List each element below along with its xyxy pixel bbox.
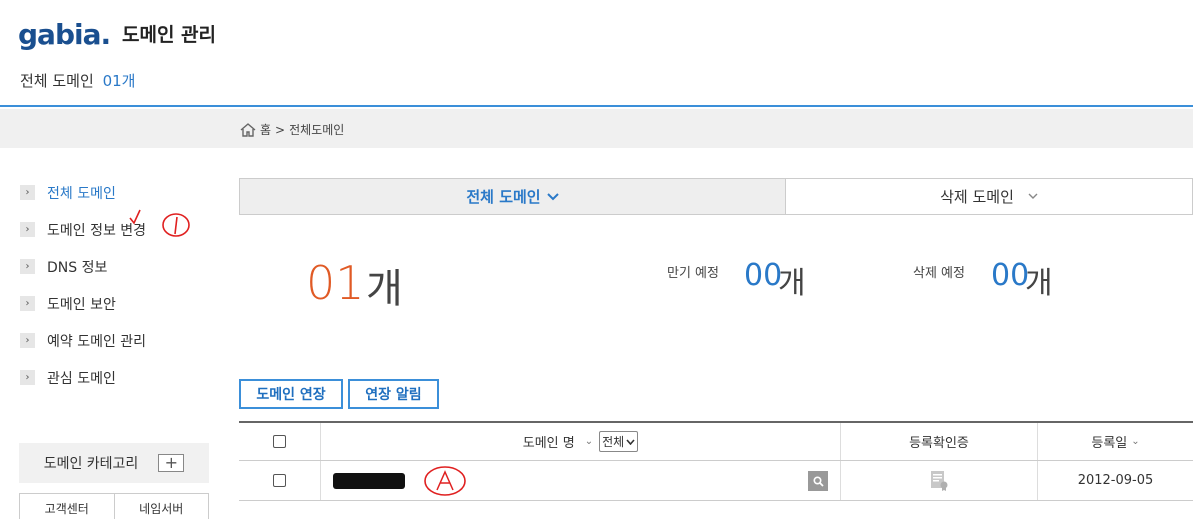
total-domain-number: 01 (306, 256, 365, 310)
chevron-right-icon: › (20, 333, 35, 348)
select-all-cell (239, 423, 321, 460)
row-checkbox[interactable] (273, 474, 286, 487)
chevron-down-icon (546, 192, 559, 200)
sidebar-item-label: 도메인 보안 (47, 296, 116, 313)
breadcrumb-bar: 홈 > 전체도메인 (0, 109, 1193, 148)
domain-name-cell (321, 461, 841, 500)
renewal-notify-button[interactable]: 연장 알림 (348, 379, 439, 409)
row-select-cell (239, 461, 321, 500)
tab-nameserver[interactable]: 네임서버 (113, 494, 209, 519)
chevron-right-icon: › (20, 222, 35, 237)
chevron-down-icon (626, 438, 635, 445)
deleting-label: 삭제 예정 (913, 266, 965, 281)
domain-name-column-label[interactable]: 도메인 명 (523, 432, 575, 451)
domain-table: 도메인 명 ⌄ 전체 등록확인증 등록일 ⌄ 2012-09-05 (239, 421, 1193, 501)
chevron-right-icon: › (20, 259, 35, 274)
date-cell: 2012-09-05 (1077, 473, 1154, 488)
handwritten-annotation-check (129, 209, 190, 237)
sort-chevron-icon[interactable]: ⌄ (1131, 436, 1139, 447)
extend-domain-button[interactable]: 도메인 연장 (239, 379, 343, 409)
redacted-domain-name[interactable] (333, 473, 405, 489)
date-header: 등록일 ⌄ (1038, 423, 1193, 460)
expiring-unit: 개 (778, 266, 806, 301)
domain-filter-value: 전체 (602, 435, 625, 449)
cert-cell (841, 461, 1038, 500)
domain-category-box: 도메인 카테고리 + (19, 443, 209, 483)
tab-all-domains[interactable]: 전체 도메인 (239, 178, 786, 215)
gabia-logo[interactable]: gabia. (18, 18, 111, 51)
sidebar-item-label: DNS 정보 (47, 259, 108, 276)
date-column-label[interactable]: 등록일 (1091, 432, 1127, 451)
total-domain-unit: 개 (366, 266, 403, 312)
total-domain-count: 01개 (102, 72, 136, 90)
total-domain-label: 전체 도메인 (20, 72, 94, 90)
sidebar-item-domain-security[interactable]: › 도메인 보안 (20, 285, 215, 322)
sidebar-item-label: 전체 도메인 (47, 185, 116, 202)
table-row: 2012-09-05 (239, 461, 1193, 501)
tab-customer-center[interactable]: 고객센터 (20, 494, 114, 519)
sidebar-item-dns-info[interactable]: › DNS 정보 (20, 248, 215, 285)
header: gabia. 도메인 관리 전체 도메인 01개 (0, 0, 1193, 107)
support-tabs: 고객센터 네임서버 (19, 493, 209, 519)
domain-filter-select[interactable]: 전체 (599, 431, 639, 452)
chevron-down-icon (1028, 193, 1038, 199)
handwritten-annotation-a (424, 466, 466, 496)
select-all-checkbox[interactable] (273, 435, 286, 448)
search-icon[interactable] (808, 471, 828, 491)
expiring-label: 만기 예정 (667, 266, 719, 281)
tab-label: 전체 도메인 (466, 188, 541, 206)
cert-column-label: 등록확인증 (909, 436, 969, 451)
sidebar-item-reserved-domains[interactable]: › 예약 도메인 관리 (20, 322, 215, 359)
breadcrumb-current: 전체도메인 (289, 123, 345, 137)
page-title: 도메인 관리 (122, 24, 217, 46)
deleting-count[interactable]: 00 (991, 258, 1029, 293)
total-domain-summary: 전체 도메인 01개 (20, 70, 135, 91)
tab-label: 삭제 도메인 (940, 188, 1014, 206)
certificate-icon[interactable] (929, 470, 949, 492)
breadcrumb: 홈 > 전체도메인 (240, 121, 344, 138)
sidebar-item-label: 예약 도메인 관리 (47, 333, 147, 350)
cert-header: 등록확인증 (841, 423, 1038, 460)
sidebar-item-watched-domains[interactable]: › 관심 도메인 (20, 359, 215, 396)
tab-deleted-domains[interactable]: 삭제 도메인 (786, 178, 1193, 215)
expiring-count[interactable]: 00 (744, 258, 782, 293)
home-icon[interactable] (240, 122, 256, 137)
domain-tabs: 전체 도메인 삭제 도메인 (239, 178, 1193, 215)
chevron-right-icon: › (20, 185, 35, 200)
chevron-right-icon: › (20, 296, 35, 311)
sidebar-item-label: 관심 도메인 (47, 370, 116, 387)
breadcrumb-home[interactable]: 홈 (260, 121, 271, 138)
table-header-row: 도메인 명 ⌄ 전체 등록확인증 등록일 ⌄ (239, 421, 1193, 461)
domain-name-header: 도메인 명 ⌄ 전체 (321, 423, 841, 460)
breadcrumb-separator: > (275, 122, 286, 137)
chevron-right-icon: › (20, 370, 35, 385)
domain-category-label: 도메인 카테고리 (43, 456, 139, 472)
sort-chevron-icon[interactable]: ⌄ (585, 436, 593, 447)
add-category-button[interactable]: + (158, 454, 185, 472)
deleting-unit: 개 (1025, 266, 1053, 301)
